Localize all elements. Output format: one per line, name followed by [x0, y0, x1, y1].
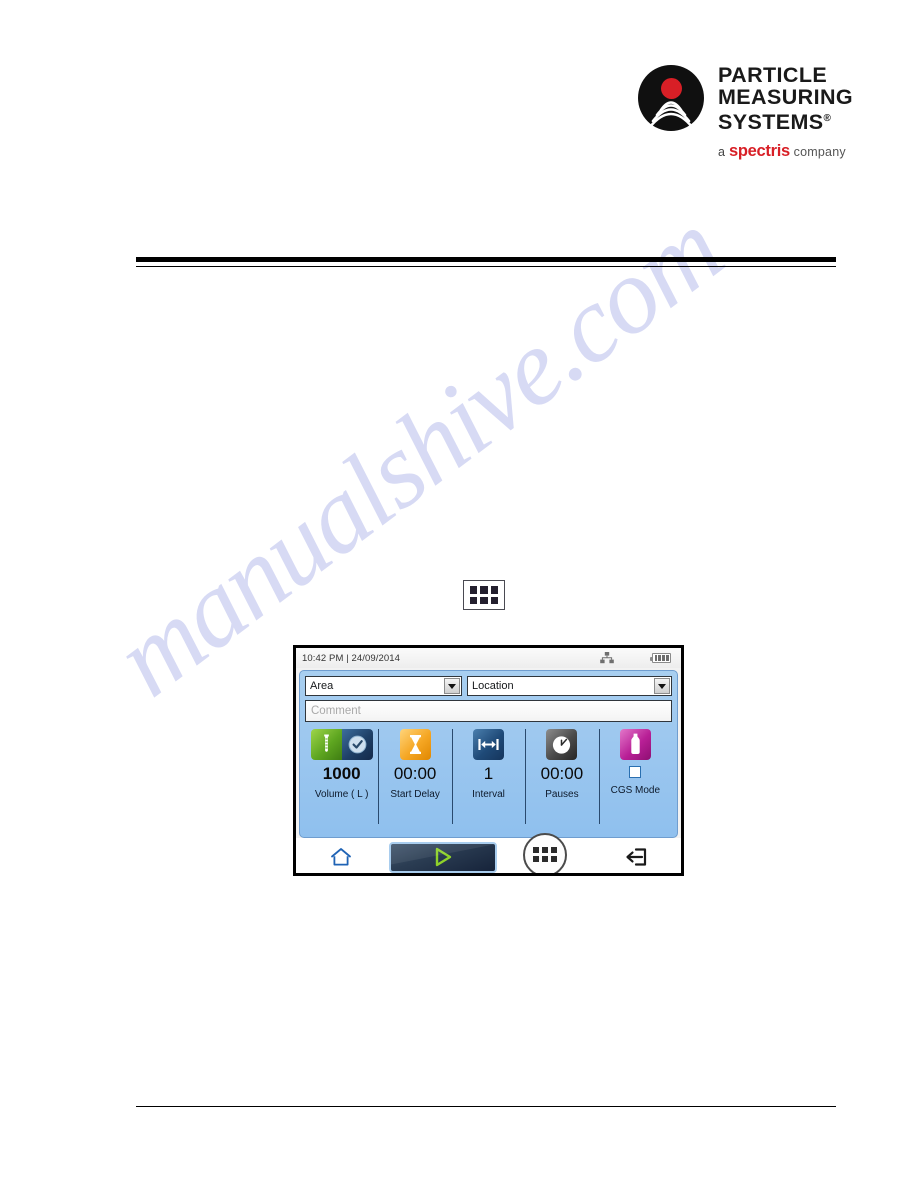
- registered-mark: ®: [823, 113, 832, 124]
- particle-measuring-systems-logo-icon: [638, 65, 704, 131]
- logo-line-3: SYSTEMS: [718, 110, 824, 135]
- clock-check-icon: [341, 729, 373, 760]
- grid-cell: [470, 586, 478, 594]
- status-icon-group: [600, 652, 675, 664]
- tile-start-delay[interactable]: 00:00 Start Delay: [378, 727, 451, 832]
- tile-volume-label: Volume ( L ): [314, 789, 369, 800]
- watermark-text: manualshive.com: [93, 189, 743, 720]
- logo-tagline: a spectris company: [718, 142, 853, 161]
- measurement-setup-panel: Area Location Comment 1000 Volume (L) …: [299, 670, 678, 838]
- status-datetime: 10:42 PM | 24/09/2014: [302, 652, 401, 664]
- exit-button[interactable]: [590, 838, 681, 873]
- logo-line-1: PARTICLE: [718, 63, 828, 87]
- bottom-nav-bar: [296, 832, 681, 873]
- tile-cgs-mode[interactable]: CGS Mode: [598, 727, 672, 832]
- comment-placeholder: Comment: [311, 705, 361, 717]
- area-dropdown[interactable]: Area: [305, 676, 462, 696]
- grid-cell: [480, 586, 488, 594]
- home-button[interactable]: [296, 838, 387, 873]
- tile-volume-value: 1000: [322, 764, 361, 783]
- tile-cgs-mode-icons: [619, 729, 651, 760]
- company-logo: PARTICLE MEASURING SYSTEMS® a spectris c…: [638, 62, 853, 161]
- grid-cell: [480, 596, 488, 604]
- hourglass-icon: [399, 729, 431, 760]
- footer-rule: [136, 1106, 836, 1107]
- play-icon: [436, 847, 452, 867]
- logo-line-2: MEASURING: [718, 85, 853, 109]
- tile-cgs-mode-label: CGS Mode: [610, 785, 661, 796]
- exit-icon: [626, 848, 646, 866]
- grid-cell: [542, 847, 549, 853]
- header-rule-thin: [136, 266, 836, 267]
- tile-pauses-icons: [546, 729, 578, 760]
- start-button-surface[interactable]: [389, 841, 498, 873]
- home-icon: [331, 848, 352, 866]
- apps-grid-icon: [533, 847, 558, 862]
- tile-start-delay-icons: [399, 729, 431, 760]
- start-button[interactable]: [387, 838, 500, 873]
- grid-cell: [542, 856, 549, 862]
- location-dropdown[interactable]: Location: [467, 676, 672, 696]
- location-dropdown-value: Location: [472, 679, 514, 692]
- tile-volume-icons: [310, 729, 373, 760]
- grid-cell: [490, 596, 498, 604]
- tagline-spectris: spectris: [728, 142, 790, 161]
- tile-pauses[interactable]: 00:00 Pauses: [525, 727, 598, 832]
- header-rule-thick: [136, 257, 836, 262]
- tile-interval-icons: [473, 729, 505, 760]
- tile-interval[interactable]: 1 Interval: [451, 727, 525, 832]
- tile-interval-value: 1: [483, 764, 494, 783]
- chevron-down-icon[interactable]: [654, 678, 670, 694]
- bottle-icon: [619, 729, 651, 760]
- apps-button[interactable]: [500, 832, 591, 873]
- grid-cell: [551, 856, 558, 862]
- tile-volume[interactable]: 1000 Volume ( L ): [305, 727, 378, 832]
- tile-pauses-label: Pauses: [545, 789, 579, 800]
- grid-cell: [551, 847, 558, 853]
- area-dropdown-value: Area: [310, 679, 334, 692]
- tile-pauses-value: 00:00: [540, 764, 584, 783]
- tile-interval-label: Interval: [472, 789, 505, 800]
- grid-cell: [533, 856, 540, 862]
- device-screenshot: 10:42 PM | 24/09/2014 Area Location Comm…: [293, 645, 684, 876]
- selectors-row: Area Location: [305, 676, 672, 696]
- interval-arrows-icon: [473, 729, 505, 760]
- stopwatch-icon: [546, 729, 578, 760]
- grid-cell: [490, 586, 498, 594]
- comment-input[interactable]: Comment: [305, 700, 672, 722]
- apps-grid-icon: [463, 580, 505, 610]
- tagline-a: a: [718, 145, 726, 160]
- apps-button-highlight-circle[interactable]: [523, 832, 568, 873]
- network-icon: [600, 652, 614, 664]
- grid-cell: [470, 596, 478, 604]
- tile-start-delay-value: 00:00: [393, 764, 437, 783]
- battery-icon: [649, 653, 671, 663]
- status-bar: 10:42 PM | 24/09/2014: [296, 648, 681, 668]
- chevron-down-icon[interactable]: [444, 678, 460, 694]
- tagline-company: company: [793, 145, 846, 160]
- grid-cell: [533, 847, 540, 853]
- test-tube-icon: [310, 729, 342, 760]
- parameter-tiles: 1000 Volume ( L ) 00:00 Start Delay 1 In…: [305, 727, 672, 832]
- tile-start-delay-label: Start Delay: [390, 789, 440, 800]
- cgs-mode-checkbox[interactable]: [629, 766, 642, 778]
